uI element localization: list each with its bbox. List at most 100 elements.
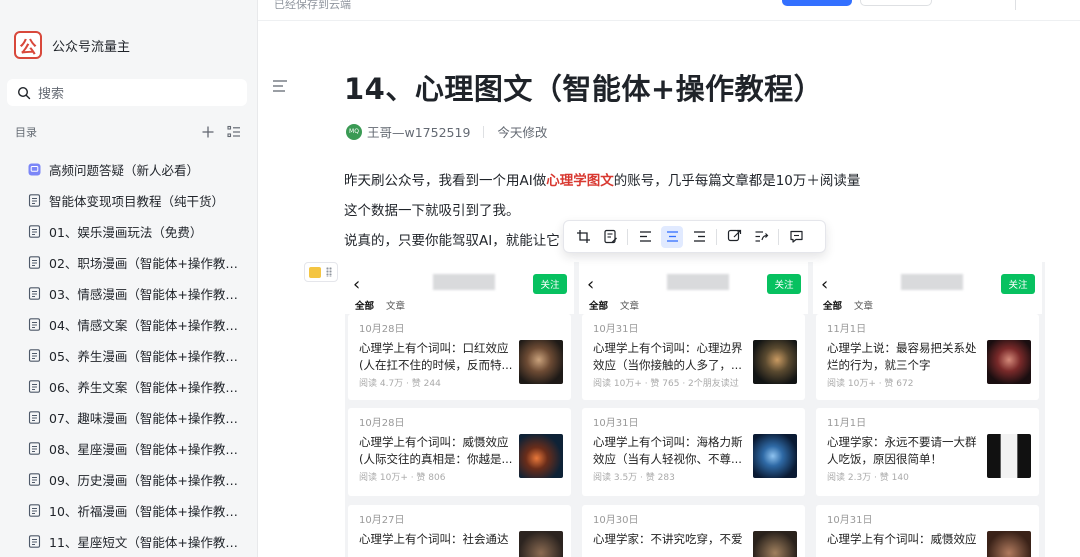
doc-icon — [28, 380, 41, 393]
article-stats: 阅读 10万+ · 赞 765 · 2个朋友读过 — [593, 379, 739, 389]
link-button[interactable] — [723, 226, 745, 248]
article-thumbnail — [519, 434, 563, 478]
article-title: 心理学上有个词叫：心理边界效应（当你接触的人多了，... — [593, 341, 743, 372]
brand-name: 公众号流量主 — [52, 39, 131, 55]
note-icon — [603, 229, 617, 244]
article-card: 11月1日 心理学上说：最容易把关系处烂的行为，就三个字 阅读 10万+ · 赞… — [816, 314, 1039, 400]
toc-item-faq[interactable]: 高频问题答疑（新人必看） — [28, 154, 250, 185]
article-title: 心理学上有个词叫：口红效应(人在扛不住的时候，反而特... — [359, 341, 513, 372]
chat-doc-icon — [28, 163, 41, 176]
align-center-icon — [666, 231, 678, 242]
article-title: 心理学上说：最容易把关系处烂的行为，就三个字 — [827, 341, 977, 372]
article-date: 10月31日 — [593, 324, 639, 335]
toc-item-label: 高频问题答疑（新人必看） — [49, 163, 200, 178]
toc-item-11[interactable]: 11、星座短文（智能体+操作教程） — [28, 526, 250, 557]
back-icon: ‹ — [353, 274, 361, 295]
author-name[interactable]: 王哥—w1752519 — [367, 122, 470, 141]
toc-item-04[interactable]: 04、情感文案（智能体+操作教程） — [28, 309, 250, 340]
toc-item-label: 08、星座漫画（智能体+操作教程） — [49, 442, 249, 457]
search-input[interactable]: 搜索 — [7, 79, 247, 106]
phone-screenshot: ‹ 关注 全部 文章 10月28日 心理学上有个词叫：口红效应(人在扛不住的时候，… — [345, 262, 574, 557]
doc-icon — [28, 411, 41, 424]
paragraph-text: 的账号，几乎每篇文章都是10万＋阅读量 — [613, 173, 861, 189]
follow-button: 关注 — [767, 274, 801, 294]
crop-icon — [576, 230, 590, 243]
image-block-icon — [309, 266, 321, 278]
doc-meta: MQ 王哥—w1752519 今天修改 — [346, 122, 547, 141]
doc-icon — [28, 287, 41, 300]
toc-item-02[interactable]: 02、职场漫画（智能体+操作教程） — [28, 247, 250, 278]
toc-item-label: 03、情感漫画（智能体+操作教程） — [49, 287, 249, 302]
article-stats: 阅读 10万+ · 赞 806 — [359, 473, 446, 483]
paragraph-2[interactable]: 这个数据一下就吸引到了我。 — [344, 199, 520, 219]
toc-item-label: 04、情感文案（智能体+操作教程） — [49, 318, 249, 333]
crop-button[interactable] — [572, 226, 594, 248]
paragraph-3[interactable]: 说真的，只要你能驾驭AI，就能让它 — [344, 229, 560, 249]
secondary-top-button[interactable] — [860, 0, 932, 6]
search-placeholder: 搜索 — [38, 87, 65, 102]
toc-item-09[interactable]: 09、历史漫画（智能体+操作教程） — [28, 464, 250, 495]
doc-icon — [28, 473, 41, 486]
phone-header: ‹ 关注 全部 文章 — [813, 262, 1042, 316]
block-drag-handle[interactable] — [304, 262, 338, 282]
doc-icon — [28, 504, 41, 517]
article-title: 心理学上有个词叫：社会通达 — [359, 532, 509, 546]
embedded-image[interactable]: ‹ 关注 全部 文章 10月28日 心理学上有个词叫：口红效应(人在扛不住的时候，… — [345, 262, 1045, 557]
toc-item-01[interactable]: 01、娱乐漫画玩法（免费） — [28, 216, 250, 247]
article-card: 10月28日 心理学上有个词叫：口红效应(人在扛不住的时候，反而特... 阅读 … — [348, 314, 571, 400]
blurred-account-name — [433, 274, 495, 290]
phone-screenshot: ‹ 关注 全部 文章 10月31日 心理学上有个词叫：心理边界效应（当你接触的人多… — [579, 262, 808, 557]
toc-item-03[interactable]: 03、情感漫画（智能体+操作教程） — [28, 278, 250, 309]
align-right-button[interactable] — [688, 226, 710, 248]
toc-item-07[interactable]: 07、趣味漫画（智能体+操作教程） — [28, 402, 250, 433]
back-icon: ‹ — [587, 274, 595, 295]
follow-button: 关注 — [533, 274, 567, 294]
article-date: 10月31日 — [827, 515, 873, 526]
article-title: 心理学家：永远不要请一大群人吃饭，原因很简单！ — [827, 435, 977, 466]
share-button[interactable] — [782, 0, 852, 6]
image-toolbar — [563, 220, 826, 253]
toc-settings-icon[interactable] — [227, 125, 241, 139]
brand[interactable]: 公 公众号流量主 — [14, 31, 130, 59]
doc-icon — [28, 349, 41, 362]
article-card: 10月31日 心理学上有个词叫：心理边界效应（当你接触的人多了，... 阅读 1… — [582, 314, 805, 400]
toc-item-10[interactable]: 10、祈福漫画（智能体+操作教程） — [28, 495, 250, 526]
align-center-button[interactable] — [661, 225, 683, 248]
outline-icon[interactable] — [272, 79, 288, 93]
toc-header: 目录 — [15, 124, 241, 140]
modified-time: 今天修改 — [497, 125, 548, 140]
add-icon[interactable] — [201, 125, 215, 139]
toc-item-project-tutorial[interactable]: 智能体变现项目教程（纯干货） — [28, 185, 250, 216]
toc-item-label: 06、养生文案（智能体+操作教程） — [49, 380, 249, 395]
article-date: 10月28日 — [359, 418, 405, 429]
link-icon — [727, 229, 741, 242]
paragraph-1[interactable]: 昨天刷公众号，我看到一个用AI做心理学图文的账号，几乎每篇文章都是10万＋阅读量 — [344, 169, 860, 189]
note-button[interactable] — [599, 226, 621, 248]
article-thumbnail — [753, 531, 797, 557]
align-left-button[interactable] — [634, 226, 656, 248]
toolbar-divider — [778, 228, 779, 245]
comment-button[interactable] — [785, 226, 807, 248]
top-divider-vertical — [1015, 0, 1016, 10]
article-card: 11月1日 心理学家：永远不要请一大群人吃饭，原因很简单！ 阅读 2.3万 · … — [816, 408, 1039, 496]
paragraph-text: 昨天刷公众号，我看到一个用AI做 — [344, 173, 547, 189]
follow-button: 关注 — [1001, 274, 1035, 294]
phone-screenshot: ‹ 关注 全部 文章 11月1日 心理学上说：最容易把关系处烂的行为，就三个字 阅… — [813, 262, 1042, 557]
article-title: 心理学上有个词叫：威慑效应 — [827, 532, 977, 546]
article-title: 心理学上有个词叫：威慑效应(人际交往的真相是：你越是... — [359, 435, 513, 466]
doc-icon — [28, 256, 41, 269]
toc-item-08[interactable]: 08、星座漫画（智能体+操作教程） — [28, 433, 250, 464]
share-image-button[interactable] — [750, 226, 772, 248]
article-thumbnail — [753, 340, 797, 384]
toc-item-label: 07、趣味漫画（智能体+操作教程） — [49, 411, 249, 426]
article-thumbnail — [987, 434, 1031, 478]
toc-list: 高频问题答疑（新人必看） 智能体变现项目教程（纯干货） 01、娱乐漫画玩法（免费… — [28, 154, 250, 557]
toc-item-06[interactable]: 06、养生文案（智能体+操作教程） — [28, 371, 250, 402]
search-icon — [17, 86, 31, 99]
avatar[interactable]: MQ — [346, 123, 362, 140]
highlighted-text: 心理学图文 — [546, 173, 614, 189]
brand-logo: 公 — [14, 31, 42, 59]
article-thumbnail — [987, 340, 1031, 384]
toc-item-05[interactable]: 05、养生漫画（智能体+操作教程... — [28, 340, 250, 371]
drag-grip-icon — [326, 267, 332, 277]
